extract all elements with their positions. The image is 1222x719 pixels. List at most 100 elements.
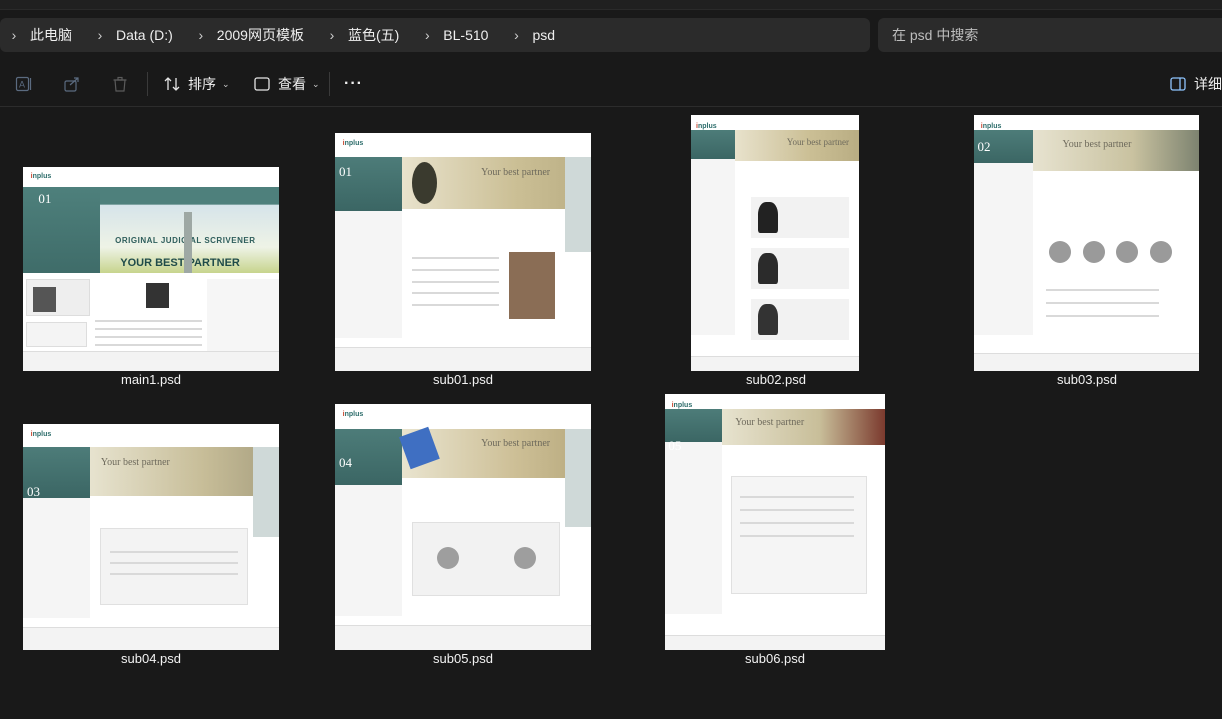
file-name: sub05.psd: [433, 651, 493, 666]
toolbar-separator: [329, 72, 330, 96]
address-row: › 此电脑 › Data (D:) › 2009网页模板 › 蓝色(五) › BL-510…: [0, 18, 1222, 52]
chevron-right-icon: ›: [424, 27, 430, 43]
thumb-logo: inplus: [342, 140, 364, 148]
breadcrumb-label: BL-510: [443, 27, 489, 43]
view-icon: [252, 74, 272, 94]
details-pane-button[interactable]: 详细: [1168, 62, 1222, 106]
breadcrumb-label: psd: [532, 27, 556, 43]
thumb-header: [665, 394, 885, 410]
thumb-logo: inplus: [30, 173, 52, 181]
thumb-circle: [514, 546, 537, 569]
search-input[interactable]: 在 psd 中搜索: [878, 18, 1222, 52]
thumb-text-line: [110, 573, 239, 576]
chevron-right-icon: ›: [11, 27, 17, 43]
thumb-banner-title: Your best partner: [786, 136, 849, 147]
thumb-header: [335, 133, 591, 157]
thumb-text-line: [1046, 314, 1159, 317]
thumb-logo: inplus: [671, 401, 693, 409]
thumb-header: [335, 404, 591, 429]
thumb-footer: [23, 350, 279, 371]
view-label: 查看: [278, 76, 306, 92]
thumb-banner: Your best partner: [1032, 130, 1199, 172]
file-thumbnail: inplus 03 Your best partner: [23, 424, 279, 650]
chevron-right-icon: ›: [329, 27, 335, 43]
thumb-text-line: [411, 268, 499, 271]
view-button[interactable]: 查看 ⌄: [252, 62, 320, 106]
thumb-banner: Your best partner: [722, 409, 885, 446]
thumb-side-panel: [565, 428, 591, 527]
file-item-sub02[interactable]: inplus Your best partner sub02.psd: [691, 115, 861, 389]
thumb-text-line: [739, 496, 855, 499]
thumb-banner-title: Your best partner: [735, 416, 805, 428]
thumb-footer: [335, 347, 591, 371]
breadcrumb-blue-five[interactable]: › 蓝色(五): [318, 18, 413, 52]
thumb-banner-title: Your best partner: [481, 167, 551, 179]
thumb-book: [145, 283, 169, 308]
file-item-sub06[interactable]: inplus 05 Your best partner sub06.psd: [665, 394, 885, 668]
file-item-sub03[interactable]: inplus 02 Your best partner sub03.psd: [974, 115, 1200, 389]
rename-button[interactable]: A: [14, 62, 34, 106]
thumb-text-line: [739, 534, 855, 537]
thumb-nav-head: [691, 130, 735, 160]
breadcrumb-this-pc[interactable]: › 此电脑: [0, 18, 86, 52]
breadcrumb-label: 此电脑: [30, 27, 72, 43]
trash-icon: [110, 74, 130, 94]
file-item-sub05[interactable]: inplus 04 Your best partner sub05.psd: [335, 404, 591, 668]
file-name: sub01.psd: [433, 372, 493, 387]
thumb-header: [974, 115, 1199, 131]
thumb-text-line: [110, 561, 239, 564]
thumb-logo: inplus: [30, 430, 52, 438]
breadcrumb-data-drive[interactable]: › Data (D:): [86, 18, 187, 52]
breadcrumb-2009-templates[interactable]: › 2009网页模板: [187, 18, 318, 52]
file-item-sub01[interactable]: inplus 01 Your best partner sub01.psd: [335, 133, 591, 389]
thumb-logo: inplus: [980, 122, 1002, 130]
file-name: sub06.psd: [745, 651, 805, 666]
thumb-section-number: 03: [26, 484, 40, 500]
file-name: sub02.psd: [746, 372, 806, 387]
thumb-footer: [23, 627, 279, 650]
file-item-sub04[interactable]: inplus 03 Your best partner sub04.psd: [23, 424, 279, 668]
delete-button[interactable]: [110, 62, 130, 106]
breadcrumb-bl-510[interactable]: › BL-510: [413, 18, 502, 52]
thumb-text-line: [739, 509, 855, 512]
thumb-photo: [509, 252, 556, 319]
file-item-main1[interactable]: inplus 01 ORIGINAL JUDICIAL SCRIVENER YO…: [23, 167, 279, 389]
file-thumbnail: inplus 01 ORIGINAL JUDICIAL SCRIVENER YO…: [23, 167, 279, 371]
thumb-nav: 05: [665, 409, 723, 615]
thumb-section-number: 04: [338, 454, 352, 470]
share-button[interactable]: [62, 62, 82, 106]
tab-strip: [0, 0, 1222, 10]
sort-button[interactable]: 排序 ⌄: [162, 62, 230, 106]
svg-text:A: A: [19, 80, 25, 90]
thumb-circle: [437, 546, 460, 569]
details-label: 详细: [1194, 76, 1222, 92]
thumb-nav: 04: [335, 428, 402, 616]
thumb-banner: Your best partner: [734, 130, 859, 162]
file-thumbnail: inplus 02 Your best partner: [974, 115, 1199, 371]
toolbar-separator: [147, 72, 148, 96]
breadcrumb-label: Data (D:): [116, 27, 173, 43]
more-options-button[interactable]: ···: [344, 62, 363, 106]
breadcrumb-psd[interactable]: › psd: [502, 18, 569, 52]
thumb-nav: 02: [974, 130, 1033, 336]
chevron-right-icon: ›: [198, 27, 204, 43]
address-bar[interactable]: › 此电脑 › Data (D:) › 2009网页模板 › 蓝色(五) › BL-510…: [0, 18, 870, 52]
thumb-header: [23, 424, 279, 447]
thumb-footer: [974, 353, 1199, 371]
chevron-down-icon: ⌄: [312, 78, 320, 89]
chevron-down-icon: ⌄: [222, 78, 230, 89]
file-thumbnail: inplus 05 Your best partner: [665, 394, 885, 650]
thumb-text-line: [94, 328, 203, 331]
thumb-portrait: [33, 287, 57, 312]
chevron-right-icon: ›: [514, 27, 519, 43]
thumb-section-number: 01: [338, 164, 352, 180]
thumb-banner-title: Your best partner: [1062, 138, 1132, 150]
thumb-logo: inplus: [696, 122, 717, 130]
thumb-banner-title: Your best partner: [100, 456, 170, 468]
thumb-text-line: [1046, 289, 1159, 292]
thumb-portrait: [758, 253, 779, 284]
thumb-circle: [1048, 240, 1071, 263]
thumb-quick-menu: [207, 279, 279, 353]
thumb-nav: [691, 130, 735, 336]
breadcrumb-label: 蓝色(五): [347, 27, 400, 43]
